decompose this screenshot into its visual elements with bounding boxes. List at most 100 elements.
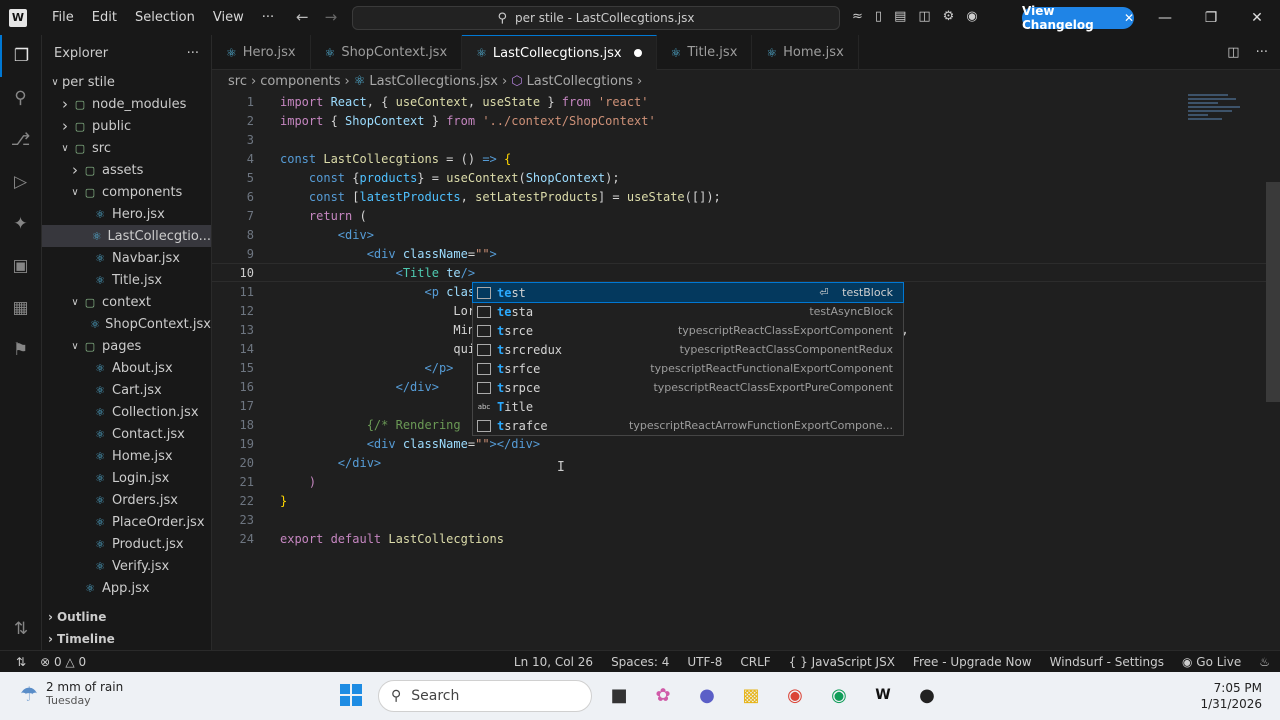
tree-item[interactable]: ⚛ Home.jsx [42, 445, 211, 467]
menu-item[interactable]: File [43, 10, 83, 25]
windsurf-wave-icon[interactable]: ≈ [852, 9, 863, 24]
windsurf-settings[interactable]: Windsurf - Settings [1050, 655, 1164, 669]
suggestion-item[interactable]: testa testAsyncBlock [473, 302, 903, 321]
suggestion-widget[interactable]: test ⏎ testBlock testa testAsyncBlock tsrce t… [472, 282, 904, 436]
remote-icon[interactable]: ⇅ [16, 655, 26, 669]
testing-icon[interactable]: ⚑ [0, 329, 41, 371]
tree-item[interactable]: ⚛ LastCollecgtio... [42, 225, 211, 247]
split-editor-icon[interactable]: ◫ [1227, 45, 1239, 60]
tree-item[interactable]: ⚛ Contact.jsx [42, 423, 211, 445]
remote-explorer-icon[interactable]: ▣ [0, 245, 41, 287]
editor-tab[interactable]: ⚛ Hero.jsx [212, 35, 311, 70]
tree-item[interactable]: ⚛ Hero.jsx [42, 203, 211, 225]
view-changelog-button[interactable]: View Changelog ✕ [1022, 4, 1134, 32]
suggestion-item[interactable]: test ⏎ testBlock [472, 282, 904, 303]
menu-item[interactable]: ··· [253, 10, 283, 25]
suggestion-item[interactable]: abc Title [473, 397, 903, 416]
windows-start-icon[interactable] [340, 684, 362, 706]
tree-item[interactable]: ⚛ Product.jsx [42, 533, 211, 555]
line-ending[interactable]: CRLF [740, 655, 770, 669]
tree-item[interactable]: ⚛ App.jsx [42, 577, 211, 599]
account-icon[interactable]: ◉ [966, 9, 977, 24]
more-actions-icon[interactable]: ··· [1256, 45, 1268, 60]
close-icon[interactable]: ✕ [1124, 11, 1134, 25]
task-view-icon[interactable]: ■ [606, 682, 632, 708]
indentation[interactable]: Spaces: 4 [611, 655, 669, 669]
tree-item[interactable]: ⚛ Title.jsx [42, 269, 211, 291]
toggle-sidebar-icon[interactable]: ▯ [875, 9, 882, 24]
tree-item[interactable]: › ▢ public [42, 115, 211, 137]
chrome-icon[interactable]: ◉ [782, 682, 808, 708]
close-window-icon[interactable]: ✕ [1234, 0, 1280, 35]
editor-tab[interactable]: ⚛ Title.jsx [657, 35, 753, 70]
obs-icon[interactable]: ● [914, 682, 940, 708]
tree-item[interactable]: ⚛ ShopContext.jsx [42, 313, 211, 335]
editor-tab[interactable]: ⚛ LastCollecgtions.jsx [462, 35, 657, 70]
minimap[interactable] [1188, 92, 1248, 132]
tree-item[interactable]: ⚛ Login.jsx [42, 467, 211, 489]
more-actions-icon[interactable]: ··· [187, 46, 199, 61]
cursor-position[interactable]: Ln 10, Col 26 [514, 655, 593, 669]
system-clock[interactable]: 7:05 PM 1/31/2026 [1200, 680, 1262, 712]
sidebar-section-timeline[interactable]: › Timeline [42, 628, 212, 650]
tree-item[interactable]: ⚛ Collection.jsx [42, 401, 211, 423]
suggestion-item[interactable]: tsrfce typescriptReactFunctionalExportCom… [473, 359, 903, 378]
tree-item[interactable]: ∨ ▢ src [42, 137, 211, 159]
language-mode[interactable]: { } JavaScript JSX [789, 655, 895, 669]
tree-item[interactable]: ∨ per stile [42, 71, 211, 93]
windsurf-app-icon[interactable]: W [870, 682, 896, 708]
tree-item[interactable]: › ▢ node_modules [42, 93, 211, 115]
settings-gear-icon[interactable]: ⚙ [943, 9, 955, 24]
toggle-panel-icon[interactable]: ▤ [894, 9, 906, 24]
remote-indicator-icon[interactable]: ⇅ [0, 608, 42, 650]
command-center[interactable]: ⚲ per stile - LastCollecgtions.jsx [352, 6, 840, 30]
breadcrumb-item[interactable]: LastCollecgtions.jsx [369, 74, 498, 89]
editor-tab[interactable]: ⚛ ShopContext.jsx [311, 35, 463, 70]
chrome-profile-icon[interactable]: ◉ [826, 682, 852, 708]
minimize-icon[interactable]: — [1142, 0, 1188, 35]
tree-item[interactable]: › ▢ assets [42, 159, 211, 181]
tree-item[interactable]: ⚛ Verify.jsx [42, 555, 211, 577]
tree-item[interactable]: ⚛ About.jsx [42, 357, 211, 379]
editor-tab[interactable]: ⚛ Home.jsx [752, 35, 859, 70]
unsaved-dot-icon[interactable] [633, 49, 642, 57]
back-arrow-icon[interactable]: ← [296, 8, 309, 26]
suggestion-item[interactable]: tsrafce typescriptReactArrowFunctionExpor… [473, 416, 903, 435]
sidebar-section-outline[interactable]: › Outline [42, 606, 212, 628]
suggestion-item[interactable]: tsrce typescriptReactClassExportComponent [473, 321, 903, 340]
tree-item[interactable]: ∨ ▢ pages [42, 335, 211, 357]
ai-agent-icon[interactable]: ✦ [0, 203, 41, 245]
breadcrumb-item[interactable]: src [228, 74, 247, 89]
copilot-icon[interactable]: ✿ [650, 682, 676, 708]
teams-icon[interactable]: ● [694, 682, 720, 708]
upgrade-link[interactable]: Free - Upgrade Now [913, 655, 1032, 669]
tree-item[interactable]: ⚛ Navbar.jsx [42, 247, 211, 269]
tree-item[interactable]: ⚛ Cart.jsx [42, 379, 211, 401]
forward-arrow-icon[interactable]: → [325, 8, 338, 26]
notifications-bell-icon[interactable]: ♨ [1259, 655, 1270, 669]
suggestion-item[interactable]: tsrcredux typescriptReactClassComponentRe… [473, 340, 903, 359]
suggestion-item[interactable]: tsrpce typescriptReactClassExportPureComp… [473, 378, 903, 397]
extensions-icon[interactable]: ▦ [0, 287, 41, 329]
toggle-secondary-sidebar-icon[interactable]: ◫ [918, 9, 930, 24]
source-control-icon[interactable]: ⎇ [0, 119, 41, 161]
file-explorer-icon[interactable]: ▩ [738, 682, 764, 708]
go-live-button[interactable]: ◉ Go Live [1182, 655, 1241, 669]
menu-item[interactable]: Edit [83, 10, 126, 25]
breadcrumb-item[interactable]: LastCollecgtions [527, 74, 633, 89]
problems-indicator[interactable]: ⊗ 0 △ 0 [40, 655, 86, 669]
vertical-scrollbar[interactable] [1266, 182, 1280, 402]
menu-item[interactable]: View [204, 10, 253, 25]
search-icon[interactable]: ⚲ [0, 77, 41, 119]
tree-item[interactable]: ⚛ PlaceOrder.jsx [42, 511, 211, 533]
run-debug-icon[interactable]: ▷ [0, 161, 41, 203]
breadcrumb-item[interactable]: components [260, 74, 340, 89]
restore-icon[interactable]: ❐ [1188, 0, 1234, 35]
tree-item[interactable]: ⚛ Orders.jsx [42, 489, 211, 511]
taskbar-search[interactable]: ⚲ Search [378, 680, 592, 712]
encoding[interactable]: UTF-8 [687, 655, 722, 669]
tree-item[interactable]: ∨ ▢ components [42, 181, 211, 203]
weather-widget[interactable]: ☂ 2 mm of rain Tuesday [20, 680, 123, 707]
menu-item[interactable]: Selection [126, 10, 204, 25]
explorer-icon[interactable]: ❐ [0, 35, 41, 77]
